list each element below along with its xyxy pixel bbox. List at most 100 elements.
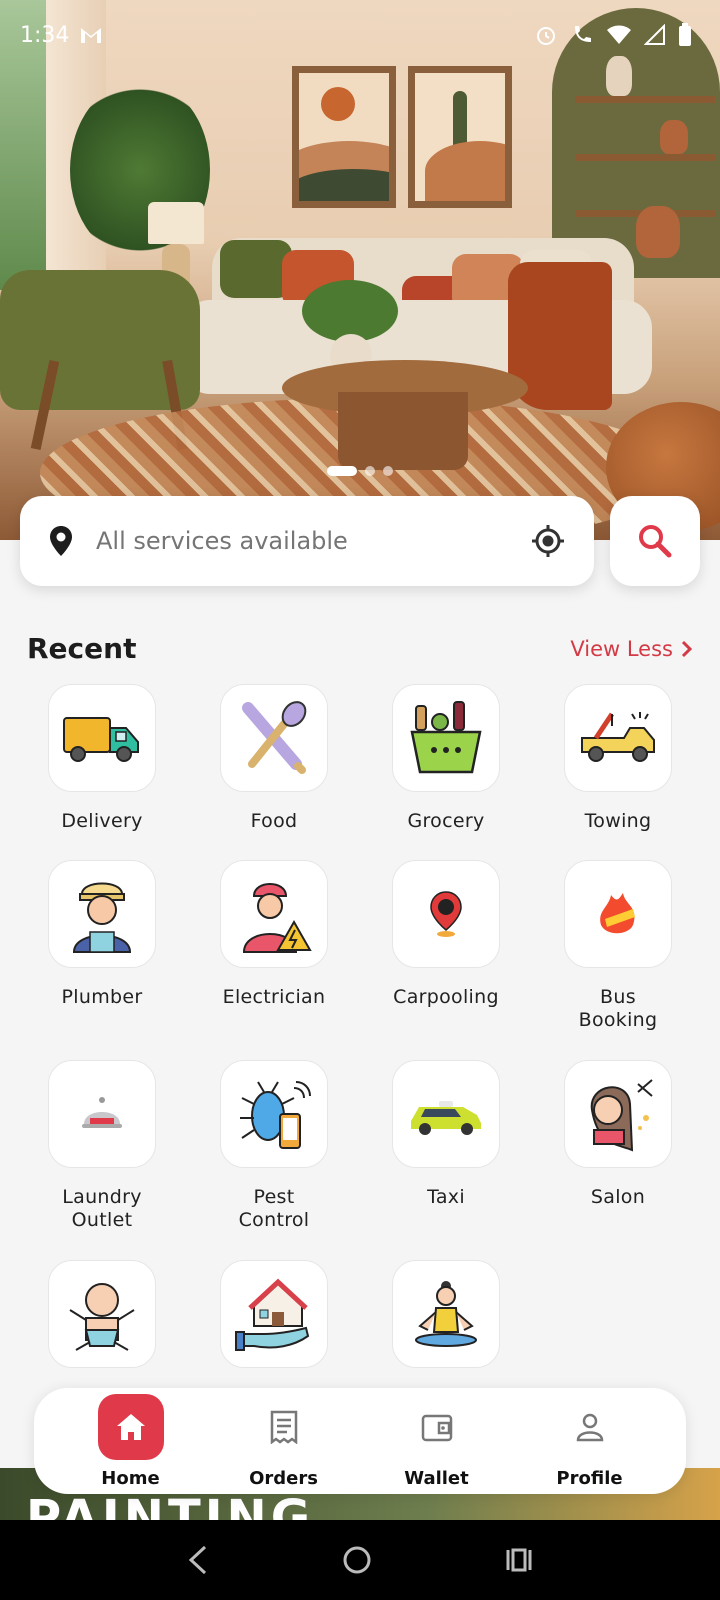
nav-wallet[interactable]: Wallet bbox=[377, 1394, 497, 1489]
service-icon-box[interactable] bbox=[48, 860, 156, 968]
search-icon bbox=[639, 525, 672, 558]
status-bar: 1:34 bbox=[0, 0, 720, 70]
bug-phone-icon bbox=[240, 1081, 311, 1149]
service-label: Bus Booking bbox=[578, 986, 658, 1031]
service-label: Food bbox=[250, 810, 298, 832]
service-tile-delivery[interactable]: Delivery bbox=[16, 684, 188, 833]
wifi-call-icon bbox=[575, 26, 591, 42]
service-icon-box[interactable] bbox=[220, 684, 328, 792]
wifi-icon bbox=[607, 25, 631, 44]
search-button[interactable] bbox=[610, 496, 700, 586]
signal-icon bbox=[644, 24, 665, 45]
receipt-icon bbox=[270, 1410, 297, 1444]
service-label: Carpooling bbox=[393, 986, 499, 1008]
service-icon-box[interactable] bbox=[392, 1260, 500, 1368]
map-pin-car-icon bbox=[430, 891, 462, 937]
nav-label[interactable]: Wallet bbox=[404, 1468, 469, 1489]
search-placeholder[interactable]: All services available bbox=[96, 527, 530, 555]
nav-orders-icon-wrap[interactable] bbox=[251, 1394, 317, 1460]
wall-art-sun bbox=[292, 66, 396, 208]
nav-home-icon-wrap[interactable] bbox=[97, 1393, 164, 1460]
carousel-dots[interactable] bbox=[0, 466, 720, 476]
service-icon-box[interactable] bbox=[392, 1060, 500, 1168]
service-icon-box[interactable] bbox=[220, 860, 328, 968]
service-tile-taxi[interactable]: Taxi bbox=[360, 1060, 532, 1209]
service-icon-box[interactable] bbox=[564, 860, 672, 968]
service-tile-laundry-outlet[interactable]: Laundry Outlet bbox=[16, 1060, 188, 1232]
grocery-basket-icon bbox=[410, 701, 482, 774]
carousel-dot[interactable] bbox=[383, 466, 393, 476]
delivery-truck-icon bbox=[63, 717, 139, 762]
salon-icon bbox=[590, 1079, 653, 1152]
service-tile-yoga[interactable] bbox=[360, 1260, 532, 1368]
centerpiece-plant-decor bbox=[302, 280, 398, 342]
nav-wallet-icon-wrap[interactable] bbox=[404, 1394, 470, 1460]
service-tile-salon[interactable]: Salon bbox=[532, 1060, 704, 1209]
nav-home[interactable]: Home bbox=[71, 1393, 191, 1489]
service-tile-pest-control[interactable]: Pest Control bbox=[188, 1060, 360, 1232]
wallet-icon bbox=[421, 1414, 452, 1441]
service-icon-box[interactable] bbox=[220, 1260, 328, 1368]
vase-decor bbox=[636, 206, 680, 258]
system-navigation-bar bbox=[0, 1520, 720, 1600]
nav-label[interactable]: Profile bbox=[556, 1468, 622, 1489]
shelf-decor bbox=[575, 154, 715, 161]
fork-spoon-icon bbox=[242, 701, 307, 774]
carousel-dot[interactable] bbox=[327, 466, 357, 476]
service-tile-home[interactable] bbox=[188, 1260, 360, 1368]
service-icon-box[interactable] bbox=[48, 1060, 156, 1168]
recents-icon[interactable] bbox=[505, 1546, 533, 1574]
service-icon-box[interactable] bbox=[392, 684, 500, 792]
service-tile-plumber[interactable]: Plumber bbox=[16, 860, 188, 1009]
service-tile-grocery[interactable]: Grocery bbox=[360, 684, 532, 833]
nav-profile-icon-wrap[interactable] bbox=[557, 1394, 623, 1460]
service-tile-electrician[interactable]: Electrician bbox=[188, 860, 360, 1009]
status-time: 1:34 bbox=[20, 22, 70, 48]
nav-label[interactable]: Home bbox=[101, 1468, 159, 1489]
service-label: Salon bbox=[590, 1186, 646, 1208]
battery-icon bbox=[679, 23, 691, 46]
plumber-icon bbox=[72, 882, 132, 953]
service-icon-box[interactable] bbox=[48, 1260, 156, 1368]
nav-label[interactable]: Orders bbox=[249, 1468, 318, 1489]
alarm-icon bbox=[537, 27, 555, 45]
hero-banner[interactable] bbox=[0, 0, 720, 540]
location-search-bar[interactable]: All services available bbox=[20, 496, 594, 586]
view-less-link[interactable]: View Less bbox=[570, 637, 693, 661]
section-title: Recent bbox=[27, 632, 137, 665]
recent-section-header: Recent View Less bbox=[27, 632, 693, 665]
vase-decor bbox=[660, 120, 688, 154]
service-tile-baby[interactable] bbox=[16, 1260, 188, 1368]
promo-text: PAINTING bbox=[26, 1490, 315, 1520]
service-tile-towing[interactable]: Towing bbox=[532, 684, 704, 833]
service-label: Electrician bbox=[222, 986, 326, 1008]
home-circle-icon[interactable] bbox=[342, 1545, 372, 1575]
lamp-decor bbox=[148, 202, 204, 244]
tow-truck-icon bbox=[581, 712, 655, 762]
service-icon-box[interactable] bbox=[564, 684, 672, 792]
service-icon-box[interactable] bbox=[564, 1060, 672, 1168]
person-icon bbox=[576, 1413, 603, 1441]
service-icon-box[interactable] bbox=[48, 684, 156, 792]
home-icon bbox=[116, 1413, 145, 1440]
service-label: Towing bbox=[584, 810, 652, 832]
nav-orders[interactable]: Orders bbox=[224, 1394, 344, 1489]
service-icon-box[interactable] bbox=[220, 1060, 328, 1168]
carousel-dot[interactable] bbox=[365, 466, 375, 476]
view-less-label[interactable]: View Less bbox=[570, 637, 673, 661]
electrician-icon bbox=[242, 883, 312, 953]
service-label: Pest Control bbox=[238, 1186, 310, 1231]
coffee-table-base-decor bbox=[338, 392, 468, 470]
nav-profile[interactable]: Profile bbox=[530, 1394, 650, 1489]
service-tile-food[interactable]: Food bbox=[188, 684, 360, 833]
service-label: Taxi bbox=[427, 1186, 465, 1208]
service-tile-carpooling[interactable]: Carpooling bbox=[360, 860, 532, 1009]
service-icon-box[interactable] bbox=[392, 860, 500, 968]
gps-locate-icon[interactable] bbox=[530, 523, 566, 559]
service-label: Plumber bbox=[61, 986, 143, 1008]
service-label: Delivery bbox=[61, 810, 143, 832]
back-icon[interactable] bbox=[187, 1545, 209, 1575]
service-tile-bus-booking[interactable]: Bus Booking bbox=[532, 860, 704, 1032]
chevron-right-icon bbox=[681, 640, 693, 657]
cloche-icon bbox=[82, 1097, 122, 1128]
